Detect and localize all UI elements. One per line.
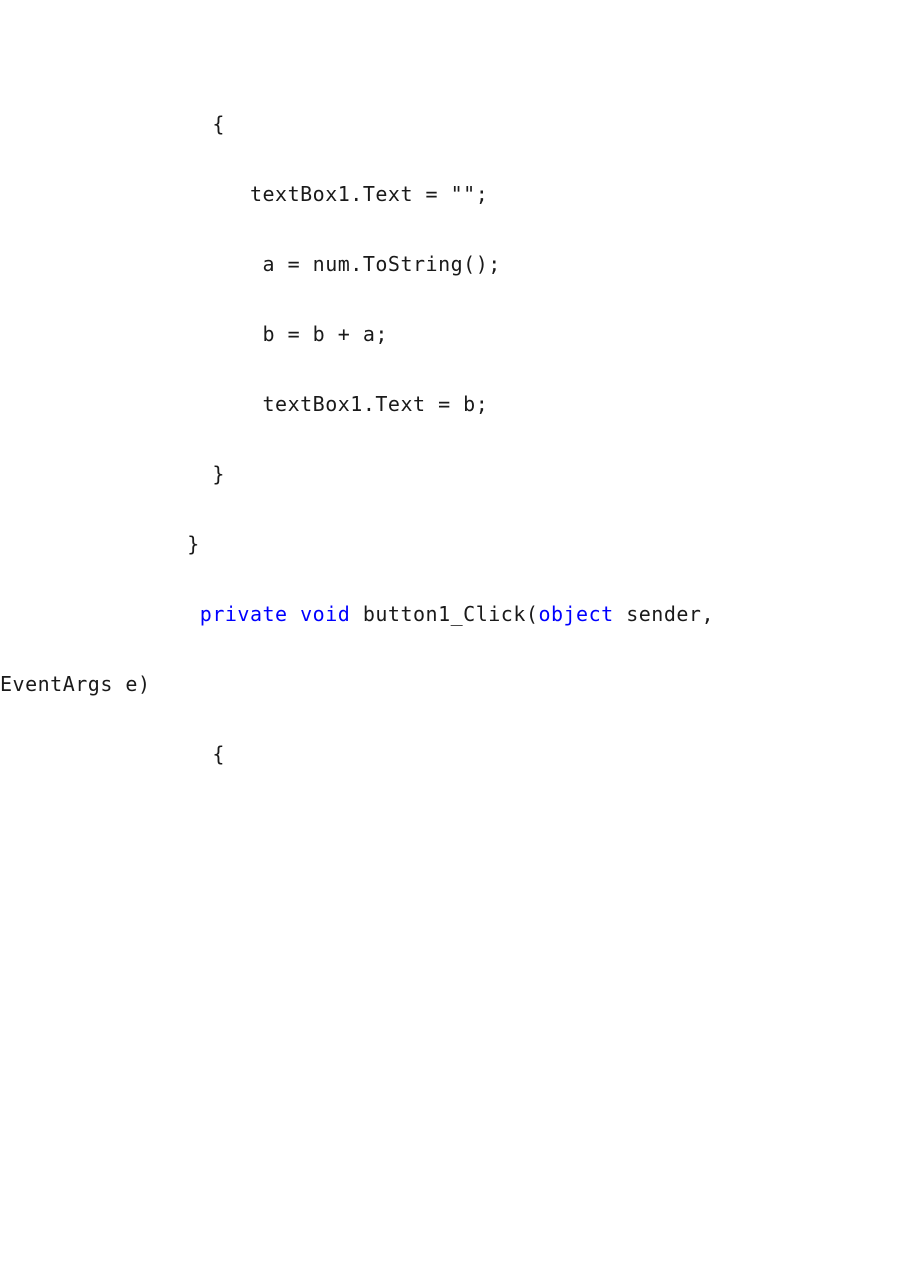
code-line: } [112,460,860,488]
code-line: private void button1_Click(object sender… [112,600,860,628]
code-line: a = num.ToString(); [112,250,860,278]
string-literal: "" [451,182,476,206]
code-page: { textBox1.Text = ""; a = num.ToString()… [0,0,920,1276]
code-text: textBox1.Text = [112,182,451,206]
keyword-void: void [300,602,350,626]
keyword-object: object [538,602,613,626]
keyword-private: private [200,602,288,626]
code-text: ; [476,182,489,206]
code-line: textBox1.Text = b; [112,390,860,418]
indent [112,602,200,626]
code-line: b = b + a; [112,320,860,348]
code-line: EventArgs e) [0,670,860,698]
param-tail: sender, [614,602,727,626]
code-line: { [112,110,860,138]
code-line: textBox1.Text = ""; [112,180,860,208]
method-name: button1_Click( [350,602,538,626]
space [288,602,301,626]
code-line: } [112,530,860,558]
code-line: { [112,740,860,768]
